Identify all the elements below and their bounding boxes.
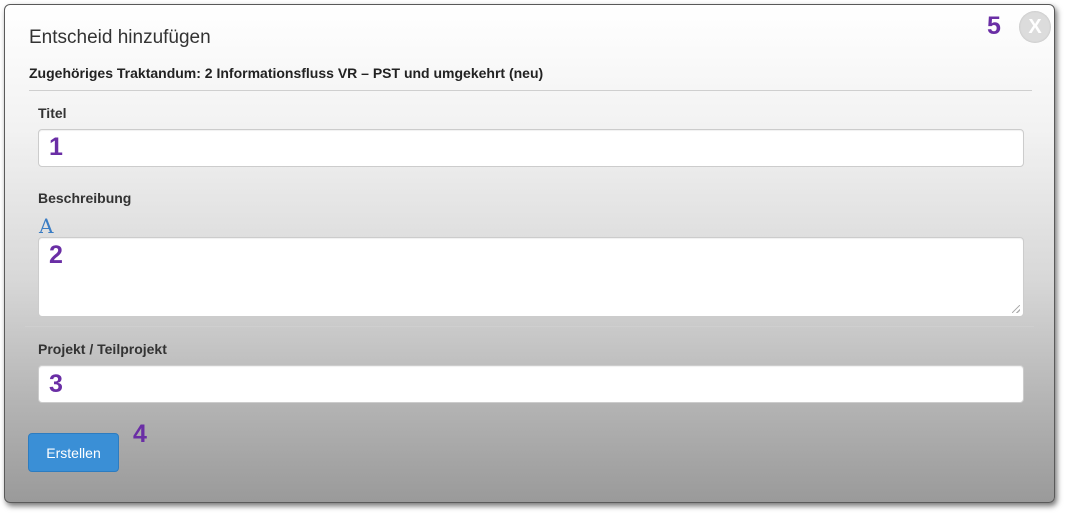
create-button[interactable]: Erstellen (28, 433, 119, 472)
callout-marker-2: 2 (49, 241, 63, 269)
close-icon[interactable]: X (1019, 11, 1051, 43)
text-format-icon[interactable]: A (39, 216, 53, 236)
description-label: Beschreibung (38, 190, 132, 206)
add-decision-dialog: Entscheid hinzufügen Zugehöriges Traktan… (4, 4, 1055, 503)
description-textarea[interactable] (38, 237, 1024, 317)
divider-top (29, 90, 1032, 91)
dialog-title: Entscheid hinzufügen (29, 27, 211, 48)
title-label: Titel (38, 105, 67, 121)
project-label: Projekt / Teilprojekt (38, 341, 167, 357)
callout-marker-5: 5 (987, 12, 1001, 40)
callout-marker-3: 3 (49, 370, 63, 398)
callout-marker-4: 4 (133, 420, 147, 448)
divider-bottom (25, 326, 1034, 327)
resize-grip-icon[interactable] (1012, 305, 1020, 313)
agenda-item-subtitle: Zugehöriges Traktandum: 2 Informationsfl… (29, 65, 544, 81)
project-input[interactable] (38, 365, 1024, 403)
callout-marker-1: 1 (49, 133, 63, 161)
title-input[interactable] (38, 129, 1024, 167)
